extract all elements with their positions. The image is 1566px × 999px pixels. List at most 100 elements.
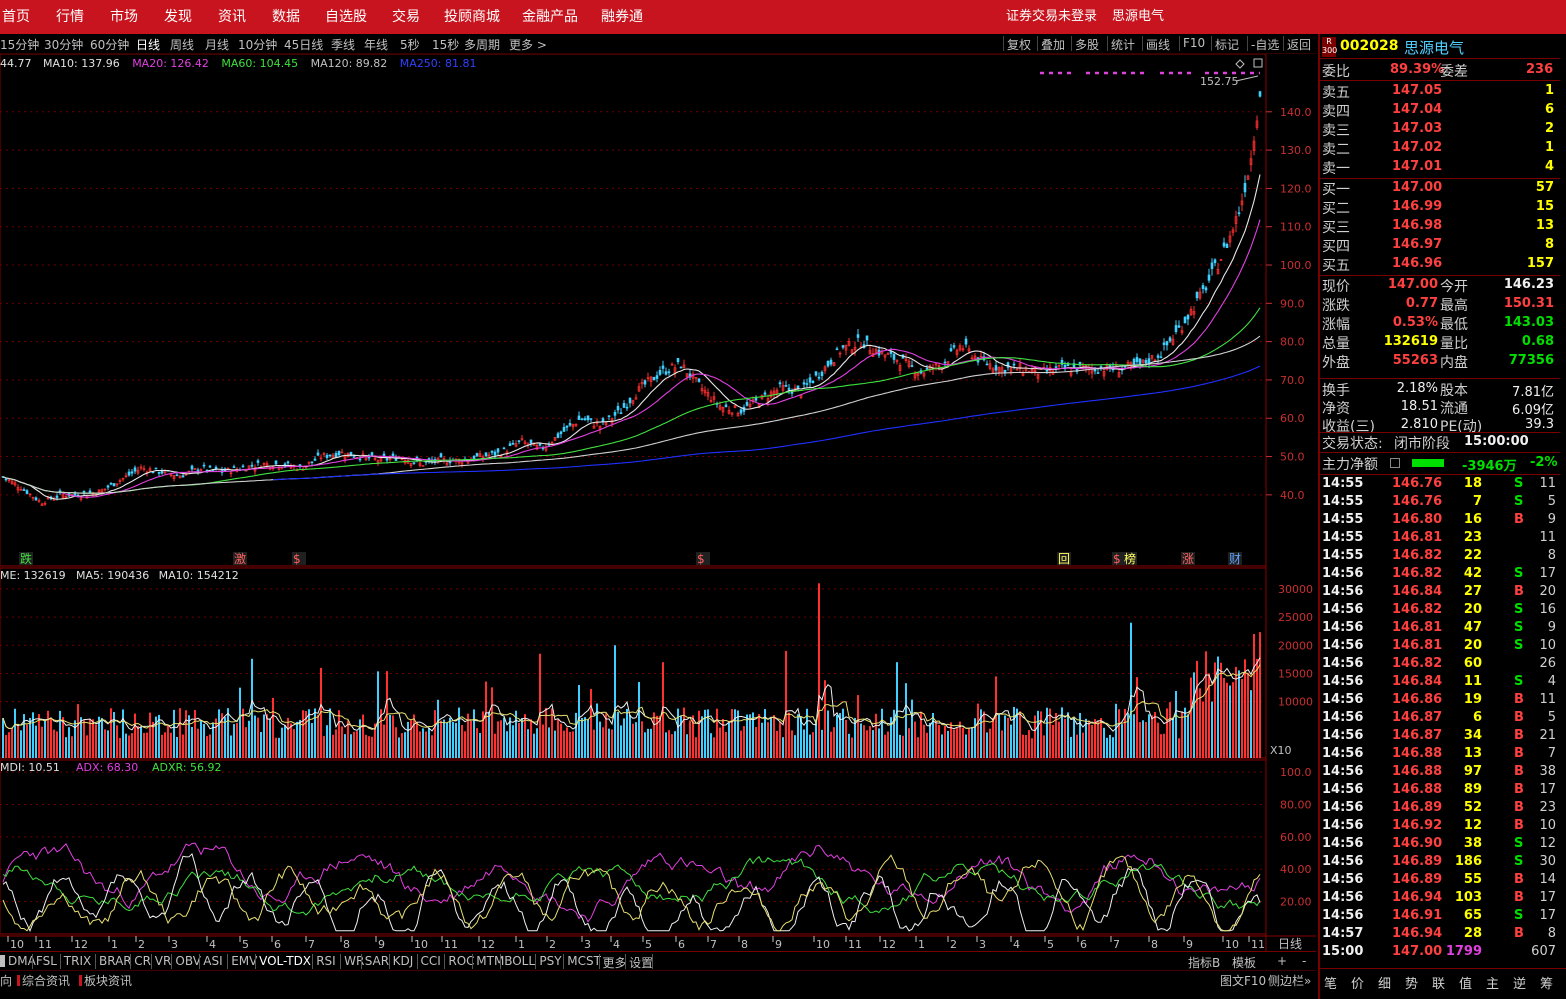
event-marker[interactable]: 涨 bbox=[1182, 551, 1194, 566]
bids-price[interactable]: 146.97 bbox=[1392, 237, 1442, 252]
tool-button-8[interactable]: 返回 bbox=[1287, 36, 1311, 53]
indicator-right-2[interactable]: + bbox=[1277, 954, 1287, 968]
asks-price[interactable]: 147.02 bbox=[1392, 140, 1442, 155]
indicator-tab-4[interactable]: CR bbox=[134, 954, 151, 968]
indicator-right-3[interactable]: - bbox=[1302, 954, 1306, 968]
event-marker[interactable]: 财 bbox=[1229, 552, 1241, 566]
main-net-icon[interactable] bbox=[1390, 458, 1400, 468]
indicator-tab-7[interactable]: ASI bbox=[203, 954, 222, 968]
indicator-tab-17[interactable]: BOLL bbox=[504, 954, 535, 968]
tool-button-7[interactable]: -自选 bbox=[1251, 36, 1279, 53]
indicator-tab-20[interactable]: 更多 bbox=[603, 954, 627, 971]
bids-price[interactable]: 146.99 bbox=[1392, 199, 1442, 214]
event-marker[interactable]: 榜 bbox=[1124, 551, 1136, 566]
nav-item-6[interactable]: 自选股 bbox=[325, 0, 367, 34]
period-tab-2[interactable]: 60分钟 bbox=[90, 36, 129, 53]
period-tab-10[interactable]: 5秒 bbox=[400, 36, 420, 53]
indicator-tab-3[interactable]: BRAR bbox=[99, 954, 132, 968]
indicator-tab-6[interactable]: OBV bbox=[175, 954, 201, 968]
indicator-tab-18[interactable]: PSY bbox=[539, 954, 561, 968]
tool-button-5[interactable]: F10 bbox=[1183, 36, 1205, 50]
indicator-tab-13[interactable]: KDJ bbox=[393, 954, 414, 968]
indicator-right-1[interactable]: 模板 bbox=[1232, 954, 1256, 971]
nav-item-4[interactable]: 资讯 bbox=[218, 0, 246, 34]
indicator-tab-12[interactable]: SAR bbox=[365, 954, 389, 968]
period-tab-0[interactable]: 15分钟 bbox=[0, 36, 39, 53]
bids-price[interactable]: 147.00 bbox=[1392, 180, 1442, 195]
period-tab-6[interactable]: 10分钟 bbox=[238, 36, 277, 53]
period-tab-13[interactable]: 更多 > bbox=[509, 36, 547, 53]
tool-button-1[interactable]: 叠加 bbox=[1041, 36, 1065, 53]
period-tab-12[interactable]: 多周期 bbox=[464, 36, 500, 53]
period-tab-1[interactable]: 30分钟 bbox=[44, 36, 83, 53]
tool-button-4[interactable]: 画线 bbox=[1146, 36, 1170, 53]
asks-price[interactable]: 147.01 bbox=[1392, 159, 1442, 174]
tool-button-2[interactable]: 多股 bbox=[1075, 36, 1099, 53]
indicator-tab-8[interactable]: EMV bbox=[231, 954, 257, 968]
event-marker[interactable]: $ bbox=[293, 552, 301, 566]
tool-button-6[interactable]: 标记 bbox=[1215, 36, 1239, 53]
stock-chart-area[interactable]: 140.0130.0120.0110.0100.090.080.070.060.… bbox=[0, 54, 1316, 951]
login-status[interactable]: 证券交易未登录 bbox=[1006, 0, 1097, 34]
candle-body bbox=[511, 442, 515, 445]
nav-item-0[interactable]: 首页 bbox=[2, 0, 30, 34]
nav-item-5[interactable]: 数据 bbox=[272, 0, 300, 34]
indicator-tab-10[interactable]: RSI bbox=[316, 954, 336, 968]
period-tab-4[interactable]: 周线 bbox=[170, 36, 194, 53]
nav-item-3[interactable]: 发现 bbox=[164, 0, 192, 34]
diamond-icon[interactable] bbox=[1235, 59, 1245, 69]
indicator-tab-5[interactable]: VR bbox=[155, 954, 172, 968]
quote-tab-7[interactable]: 逆 bbox=[1513, 973, 1526, 992]
nav-item-10[interactable]: 融券通 bbox=[601, 0, 643, 34]
indicator-tab-14[interactable]: CCI bbox=[421, 954, 441, 968]
quote-tab-2[interactable]: 细 bbox=[1378, 973, 1391, 992]
weibi-value: 89.39% bbox=[1390, 62, 1445, 77]
nav-item-1[interactable]: 行情 bbox=[56, 0, 84, 34]
event-marker[interactable]: 激 bbox=[234, 552, 246, 566]
candle-body bbox=[658, 369, 662, 375]
event-marker[interactable]: $ bbox=[697, 552, 705, 566]
asks-price[interactable]: 147.05 bbox=[1392, 83, 1442, 98]
volume-bar bbox=[2, 718, 4, 758]
nav-item-9[interactable]: 金融产品 bbox=[522, 0, 578, 34]
period-tab-11[interactable]: 15秒 bbox=[432, 36, 459, 53]
bottom-right-0[interactable]: 图文F10 bbox=[1220, 972, 1266, 989]
tool-button-0[interactable]: 复权 bbox=[1007, 36, 1031, 53]
indicator-tab-9[interactable]: VOL-TDX bbox=[259, 954, 311, 968]
bottom-right-1[interactable]: 侧边栏» bbox=[1268, 972, 1311, 989]
event-marker[interactable]: 回 bbox=[1058, 552, 1070, 566]
indicator-tab-19[interactable]: MCST bbox=[567, 954, 601, 968]
indicator-tab-2[interactable]: TRIX bbox=[64, 954, 91, 968]
quote-tab-8[interactable]: 筹 bbox=[1540, 973, 1553, 992]
indicator-tab-1[interactable]: FSL bbox=[36, 954, 57, 968]
quote-tab-5[interactable]: 值 bbox=[1459, 973, 1472, 992]
period-tab-9[interactable]: 年线 bbox=[364, 36, 388, 53]
bottom-tab-1[interactable]: 综合资讯 bbox=[22, 972, 70, 989]
nav-item-2[interactable]: 市场 bbox=[110, 0, 138, 34]
indicator-arrow-icon[interactable] bbox=[0, 955, 5, 967]
event-marker[interactable]: 跌 bbox=[20, 551, 32, 566]
quote-tab-0[interactable]: 笔 bbox=[1324, 973, 1337, 992]
quote-tab-6[interactable]: 主 bbox=[1486, 973, 1499, 992]
period-tab-5[interactable]: 月线 bbox=[205, 36, 229, 53]
bottom-tab-2[interactable]: 板块资讯 bbox=[84, 972, 132, 989]
indicator-tab-15[interactable]: ROC bbox=[448, 954, 474, 968]
quote-tab-3[interactable]: 势 bbox=[1405, 973, 1418, 992]
nav-item-7[interactable]: 交易 bbox=[392, 0, 420, 34]
bids-price[interactable]: 146.96 bbox=[1392, 256, 1442, 271]
nav-item-8[interactable]: 投顾商城 bbox=[444, 0, 500, 34]
period-tab-8[interactable]: 季线 bbox=[331, 36, 355, 53]
bids-price[interactable]: 146.98 bbox=[1392, 218, 1442, 233]
period-tab-3[interactable]: 日线 bbox=[136, 36, 160, 53]
box-icon[interactable] bbox=[1253, 58, 1263, 68]
indicator-tab-21[interactable]: 设置 bbox=[629, 954, 653, 971]
event-marker[interactable]: $ bbox=[1113, 552, 1121, 566]
period-tab-7[interactable]: 45日线 bbox=[284, 36, 323, 53]
asks-price[interactable]: 147.04 bbox=[1392, 102, 1442, 117]
indicator-right-0[interactable]: 指标B bbox=[1188, 954, 1220, 971]
quote-tab-1[interactable]: 价 bbox=[1351, 973, 1364, 992]
bottom-tab-0[interactable]: 向 bbox=[0, 972, 12, 989]
quote-tab-4[interactable]: 联 bbox=[1432, 973, 1445, 992]
tool-button-3[interactable]: 统计 bbox=[1111, 36, 1135, 53]
asks-price[interactable]: 147.03 bbox=[1392, 121, 1442, 136]
